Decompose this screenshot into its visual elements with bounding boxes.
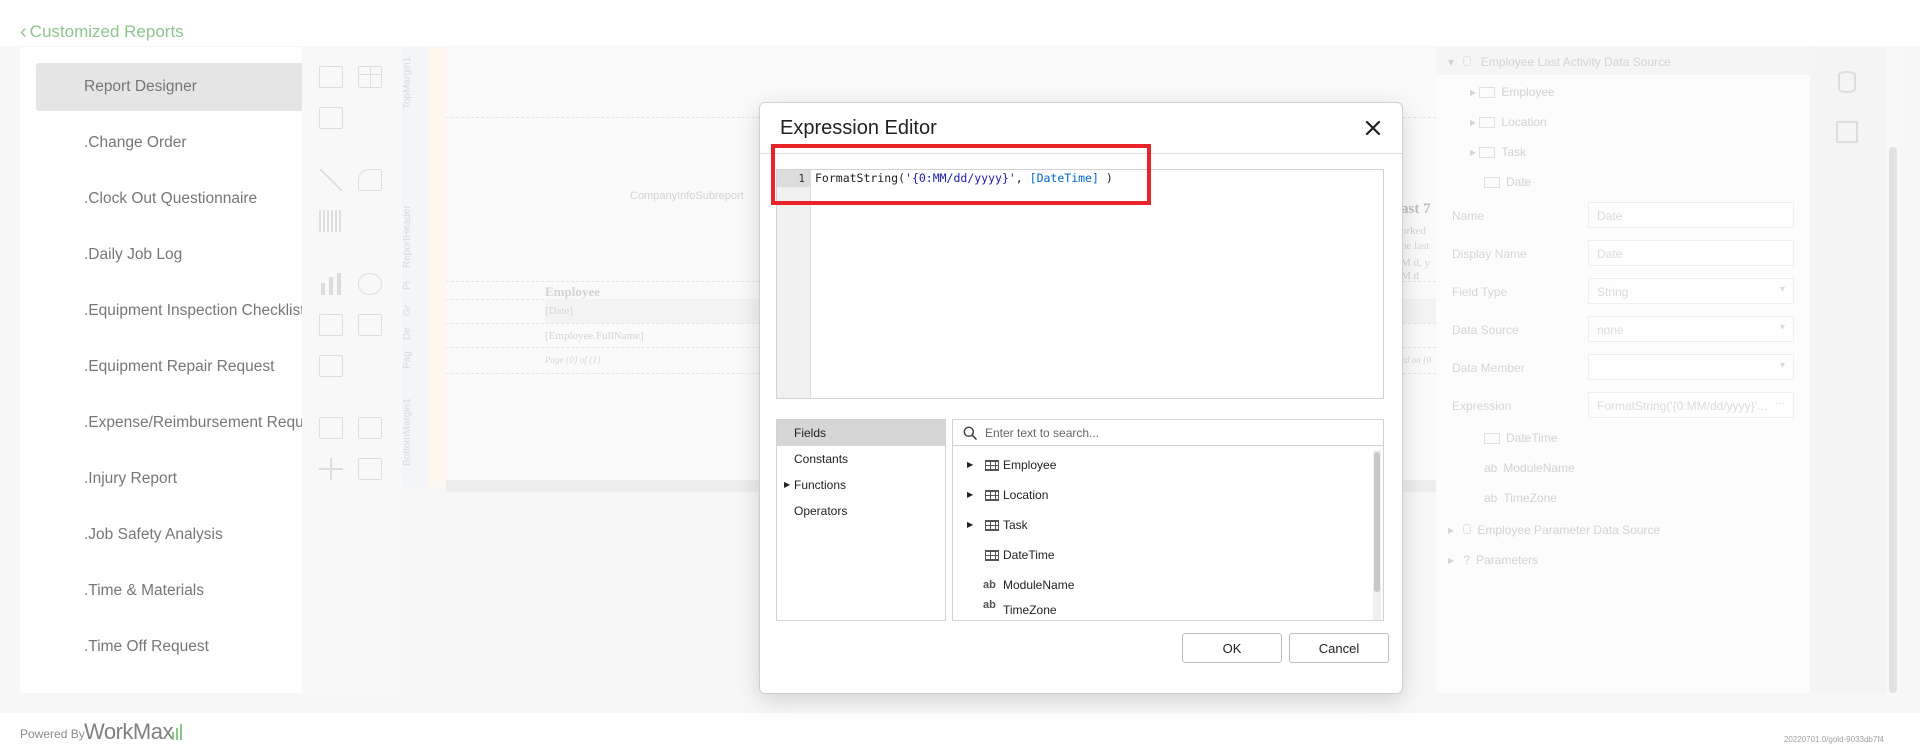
expression-editor-dialog: Expression Editor 1 FormatString('{0:MM/… [759,102,1403,694]
field-item-modulename[interactable]: ab ModuleName [953,570,1373,600]
code-function: FormatString( [815,171,906,185]
table-icon [985,550,999,561]
field-item-task[interactable]: ▶ Task [953,510,1373,540]
chevron-right-icon[interactable]: ▶ [967,480,973,510]
ok-button[interactable]: OK [1182,633,1282,663]
field-item-employee[interactable]: ▶ Employee [953,450,1373,480]
field-item-label: Employee [1003,458,1057,472]
expression-code-line[interactable]: FormatString('{0:MM/dd/yyyy}', [DateTime… [815,170,1113,187]
category-functions-label: Functions [794,478,847,492]
expression-category-list: Fields Constants ▶ Functions Operators [776,419,946,621]
table-icon [985,520,999,531]
search-icon [963,426,977,440]
expression-code-editor[interactable]: 1 FormatString('{0:MM/dd/yyyy}', [DateTi… [776,169,1384,399]
dialog-title: Expression Editor [780,117,937,139]
code-field-reference: [DateTime] [1029,171,1099,185]
field-item-datetime[interactable]: DateTime [953,540,1373,570]
category-fields[interactable]: Fields [777,420,945,446]
field-search-input[interactable] [985,424,1375,442]
chevron-right-icon[interactable]: ▶ [967,510,973,540]
field-item-label: ModuleName [1003,578,1075,592]
close-icon[interactable] [1362,117,1384,139]
category-functions[interactable]: ▶ Functions [777,472,945,498]
field-item-label: Task [1003,518,1028,532]
code-closing: ) [1098,171,1113,185]
code-format-string: '{0:MM/dd/yyyy}' [905,171,1016,185]
text-field-icon: ab [983,600,996,611]
text-field-icon: ab [983,579,996,591]
code-separator: , [1015,171,1030,185]
field-item-label: DateTime [1003,548,1055,562]
scrollbar-thumb[interactable] [1374,452,1380,592]
table-icon [985,490,999,501]
field-list-scrollbar[interactable] [1373,450,1381,620]
chevron-right-icon[interactable]: ▶ [967,450,973,480]
field-search-bar [953,420,1383,446]
field-item-location[interactable]: ▶ Location [953,480,1373,510]
field-list-panel: ▶ Employee ▶ Location ▶ Task DateTime ab… [952,419,1384,621]
line-number-gutter [777,170,811,398]
chevron-right-icon: ▶ [784,480,791,489]
line-number: 1 [777,170,811,187]
field-item-timezone[interactable]: ab TimeZone [953,600,1373,620]
table-icon [985,460,999,471]
category-operators[interactable]: Operators [777,498,945,524]
category-constants[interactable]: Constants [777,446,945,472]
cancel-button[interactable]: Cancel [1289,633,1389,663]
dialog-header-divider [760,153,1402,154]
field-item-label: TimeZone [1003,603,1057,617]
field-item-label: Location [1003,488,1049,502]
